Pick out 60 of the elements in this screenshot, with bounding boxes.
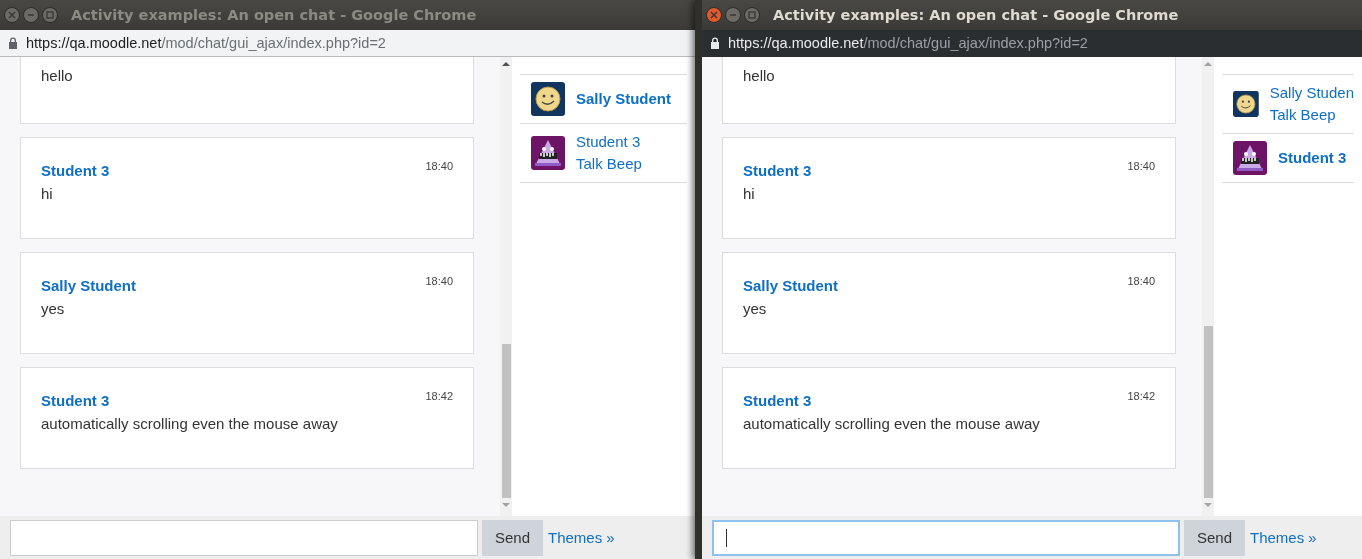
user-name[interactable]: Sally Student	[576, 88, 672, 110]
minimize-icon	[27, 11, 35, 19]
minimize-button[interactable]	[23, 7, 39, 23]
talk-beep-link[interactable]: Talk Beep	[1269, 104, 1354, 126]
scroll-down-icon[interactable]	[502, 502, 510, 508]
close-button[interactable]	[706, 7, 722, 23]
sender-name[interactable]: Sally Student	[743, 277, 839, 294]
minimize-button[interactable]	[725, 7, 741, 23]
maximize-button[interactable]	[42, 7, 58, 23]
monster-avatar-icon	[531, 136, 565, 170]
minimize-icon	[729, 11, 737, 19]
window-title: Activity examples: An open chat - Google Chrome	[773, 7, 1179, 23]
user-name[interactable]: Student 3	[1278, 147, 1347, 169]
maximize-button[interactable]	[744, 7, 760, 23]
message-time: 18:40	[1127, 275, 1155, 287]
user-name[interactable]: Student 3	[576, 131, 642, 153]
message-text: yes	[41, 299, 66, 319]
message-text: hi	[41, 184, 54, 204]
sender-name[interactable]: Student 3	[41, 392, 110, 409]
scroll-up-icon[interactable]	[502, 61, 510, 67]
themes-link[interactable]: Themes »	[1250, 529, 1317, 546]
message-text: hello	[743, 66, 776, 86]
message-time: 18:40	[1127, 160, 1155, 172]
close-button[interactable]	[4, 7, 20, 23]
sender-name[interactable]: Sally Student	[41, 277, 137, 294]
monster-avatar-icon	[1233, 141, 1267, 175]
lock-icon	[710, 37, 720, 49]
maximize-icon	[748, 11, 756, 19]
smiley-face-icon	[531, 82, 565, 116]
message-text: hi	[743, 184, 756, 204]
message-time: 18:40	[425, 160, 453, 172]
message-input-field[interactable]	[10, 519, 478, 556]
maximize-icon	[46, 11, 54, 19]
message-text: automatically scrolling even the mouse away	[743, 414, 1041, 434]
message-text: yes	[743, 299, 768, 319]
address-bar[interactable]: https://qa.moodle.net/mod/chat/gui_ajax/index.php?id=2	[0, 30, 695, 57]
sender-name[interactable]: Student 3	[743, 162, 812, 179]
url-text: https://qa.moodle.net/mod/chat/gui_ajax/index.php?id=2	[26, 35, 386, 51]
url-text: https://qa.moodle.net/mod/chat/gui_ajax/index.php?id=2	[728, 35, 1088, 51]
close-icon	[8, 11, 16, 19]
send-button[interactable]: Send	[1184, 519, 1245, 556]
sender-name[interactable]: Student 3	[743, 392, 812, 409]
message-time: 18:40	[425, 275, 453, 287]
window-title: Activity examples: An open chat - Google Chrome	[71, 7, 477, 23]
message-text: automatically scrolling even the mouse away	[41, 414, 339, 434]
scrollbar[interactable]	[1202, 57, 1214, 516]
sender-name[interactable]: Student 3	[41, 162, 110, 179]
scrollbar[interactable]	[500, 57, 512, 516]
message-text: hello	[41, 66, 74, 86]
close-icon	[710, 11, 718, 19]
message-time: 18:42	[1127, 390, 1155, 402]
talk-beep-link[interactable]: Talk Beep	[576, 153, 642, 175]
lock-icon	[8, 37, 18, 49]
message-time: 18:42	[425, 390, 453, 402]
send-button[interactable]: Send	[482, 519, 543, 556]
user-name[interactable]: Sally Studen	[1269, 82, 1354, 104]
themes-link[interactable]: Themes »	[548, 529, 615, 546]
address-bar[interactable]: https://qa.moodle.net/mod/chat/gui_ajax/index.php?id=2	[702, 30, 1362, 57]
message-input-field[interactable]	[712, 519, 1180, 556]
scroll-down-icon[interactable]	[1204, 502, 1212, 508]
